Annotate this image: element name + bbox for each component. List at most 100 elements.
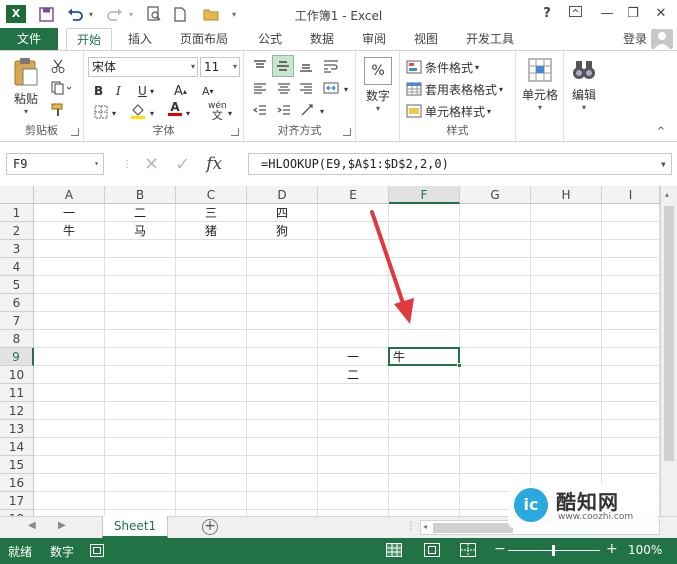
cell-b1[interactable]: 二 [105, 204, 176, 222]
bold-button[interactable]: B [94, 82, 103, 100]
cell-c6[interactable] [176, 294, 247, 312]
tab-review[interactable]: 审阅 [354, 28, 394, 50]
cell-b12[interactable] [105, 402, 176, 420]
tab-home[interactable]: 开始 [66, 28, 112, 51]
align-center-icon[interactable] [274, 79, 294, 97]
cell-a3[interactable] [34, 240, 105, 258]
cell-i13[interactable] [602, 420, 660, 438]
cell-e7[interactable] [318, 312, 389, 330]
cell-g7[interactable] [460, 312, 531, 330]
enter-icon[interactable]: ✓ [175, 154, 190, 175]
worksheet-grid[interactable]: ABCDEFGHI 123456789101112131415161718 一二… [0, 186, 677, 528]
row-header-11[interactable]: 11 [0, 384, 34, 402]
tab-insert[interactable]: 插入 [120, 28, 160, 50]
cell-d12[interactable] [247, 402, 318, 420]
cell-c15[interactable] [176, 456, 247, 474]
cell-g8[interactable] [460, 330, 531, 348]
cell-a9[interactable] [34, 348, 105, 366]
cell-e15[interactable] [318, 456, 389, 474]
cell-e11[interactable] [318, 384, 389, 402]
cell-a2[interactable]: 牛 [34, 222, 105, 240]
tab-view[interactable]: 视图 [406, 28, 446, 50]
row-header-13[interactable]: 13 [0, 420, 34, 438]
merge-center-icon[interactable] [320, 79, 342, 97]
collapse-ribbon-icon[interactable]: ^ [654, 125, 668, 137]
cell-d7[interactable] [247, 312, 318, 330]
tab-developer[interactable]: 开发工具 [458, 28, 522, 50]
cell-h5[interactable] [531, 276, 602, 294]
cell-c7[interactable] [176, 312, 247, 330]
editing-dropdown-icon[interactable]: ▾ [566, 103, 602, 112]
cell-c13[interactable] [176, 420, 247, 438]
cell-b5[interactable] [105, 276, 176, 294]
cell-f13[interactable] [389, 420, 460, 438]
row-header-12[interactable]: 12 [0, 402, 34, 420]
vertical-scroll-thumb[interactable] [664, 206, 674, 461]
cell-f3[interactable] [389, 240, 460, 258]
tab-page-layout[interactable]: 页面布局 [172, 28, 236, 50]
cell-d9[interactable] [247, 348, 318, 366]
cells-button[interactable]: 单元格 ▾ [520, 57, 560, 112]
cell-b11[interactable] [105, 384, 176, 402]
cell-d15[interactable] [247, 456, 318, 474]
cell-c8[interactable] [176, 330, 247, 348]
cell-c16[interactable] [176, 474, 247, 492]
paste-button[interactable]: 粘贴 ▾ [8, 57, 44, 116]
cell-e16[interactable] [318, 474, 389, 492]
cell-c10[interactable] [176, 366, 247, 384]
name-box[interactable]: F9 ▾ [6, 153, 104, 175]
cell-i10[interactable] [602, 366, 660, 384]
row-header-14[interactable]: 14 [0, 438, 34, 456]
cell-b13[interactable] [105, 420, 176, 438]
cell-b8[interactable] [105, 330, 176, 348]
cell-f6[interactable] [389, 294, 460, 312]
decrease-indent-icon[interactable] [250, 101, 270, 119]
cell-e3[interactable] [318, 240, 389, 258]
cell-f8[interactable] [389, 330, 460, 348]
cell-d16[interactable] [247, 474, 318, 492]
row-header-1[interactable]: 1 [0, 204, 34, 222]
cell-d6[interactable] [247, 294, 318, 312]
formula-input[interactable]: =HLOOKUP(E9,$A$1:$D$2,2,0) ▾ [248, 153, 672, 175]
cell-d10[interactable] [247, 366, 318, 384]
cell-d2[interactable]: 狗 [247, 222, 318, 240]
cell-a11[interactable] [34, 384, 105, 402]
column-header-g[interactable]: G [460, 186, 531, 204]
cell-b4[interactable] [105, 258, 176, 276]
clipboard-launcher-icon[interactable] [71, 128, 79, 136]
cell-b10[interactable] [105, 366, 176, 384]
alignment-launcher-icon[interactable] [343, 128, 351, 136]
cell-b2[interactable]: 马 [105, 222, 176, 240]
font-size-select[interactable]: 11 ▾ [200, 57, 240, 77]
cut-icon[interactable] [48, 57, 68, 75]
cell-b14[interactable] [105, 438, 176, 456]
align-right-icon[interactable] [296, 79, 316, 97]
cell-f17[interactable] [389, 492, 460, 510]
add-sheet-icon[interactable]: + [202, 519, 218, 535]
zoom-out-button[interactable]: − [494, 541, 506, 557]
cell-d4[interactable] [247, 258, 318, 276]
sheet-tab-sheet1[interactable]: Sheet1 [102, 516, 168, 538]
number-dropdown-icon[interactable]: ▾ [360, 104, 396, 113]
insert-function-icon[interactable]: fx [206, 154, 222, 174]
cells-dropdown-icon[interactable]: ▾ [520, 103, 560, 112]
font-launcher-icon[interactable] [231, 128, 239, 136]
cell-e14[interactable] [318, 438, 389, 456]
phonetic-guide-button[interactable]: wén 文 [208, 101, 227, 121]
borders-dropdown-icon[interactable]: ▾ [112, 104, 116, 122]
cell-e1[interactable] [318, 204, 389, 222]
cell-e4[interactable] [318, 258, 389, 276]
font-size-dropdown-icon[interactable]: ▾ [233, 58, 237, 76]
cell-i12[interactable] [602, 402, 660, 420]
row-header-5[interactable]: 5 [0, 276, 34, 294]
more-options-icon[interactable]: ⋮ [122, 159, 132, 170]
cell-i11[interactable] [602, 384, 660, 402]
cell-b9[interactable] [105, 348, 176, 366]
format-as-table-button[interactable]: 套用表格格式 ▾ [406, 80, 503, 98]
cell-g2[interactable] [460, 222, 531, 240]
cell-c12[interactable] [176, 402, 247, 420]
cell-i2[interactable] [602, 222, 660, 240]
sign-in-link[interactable]: 登录 [623, 28, 647, 50]
row-header-15[interactable]: 15 [0, 456, 34, 474]
cell-b15[interactable] [105, 456, 176, 474]
